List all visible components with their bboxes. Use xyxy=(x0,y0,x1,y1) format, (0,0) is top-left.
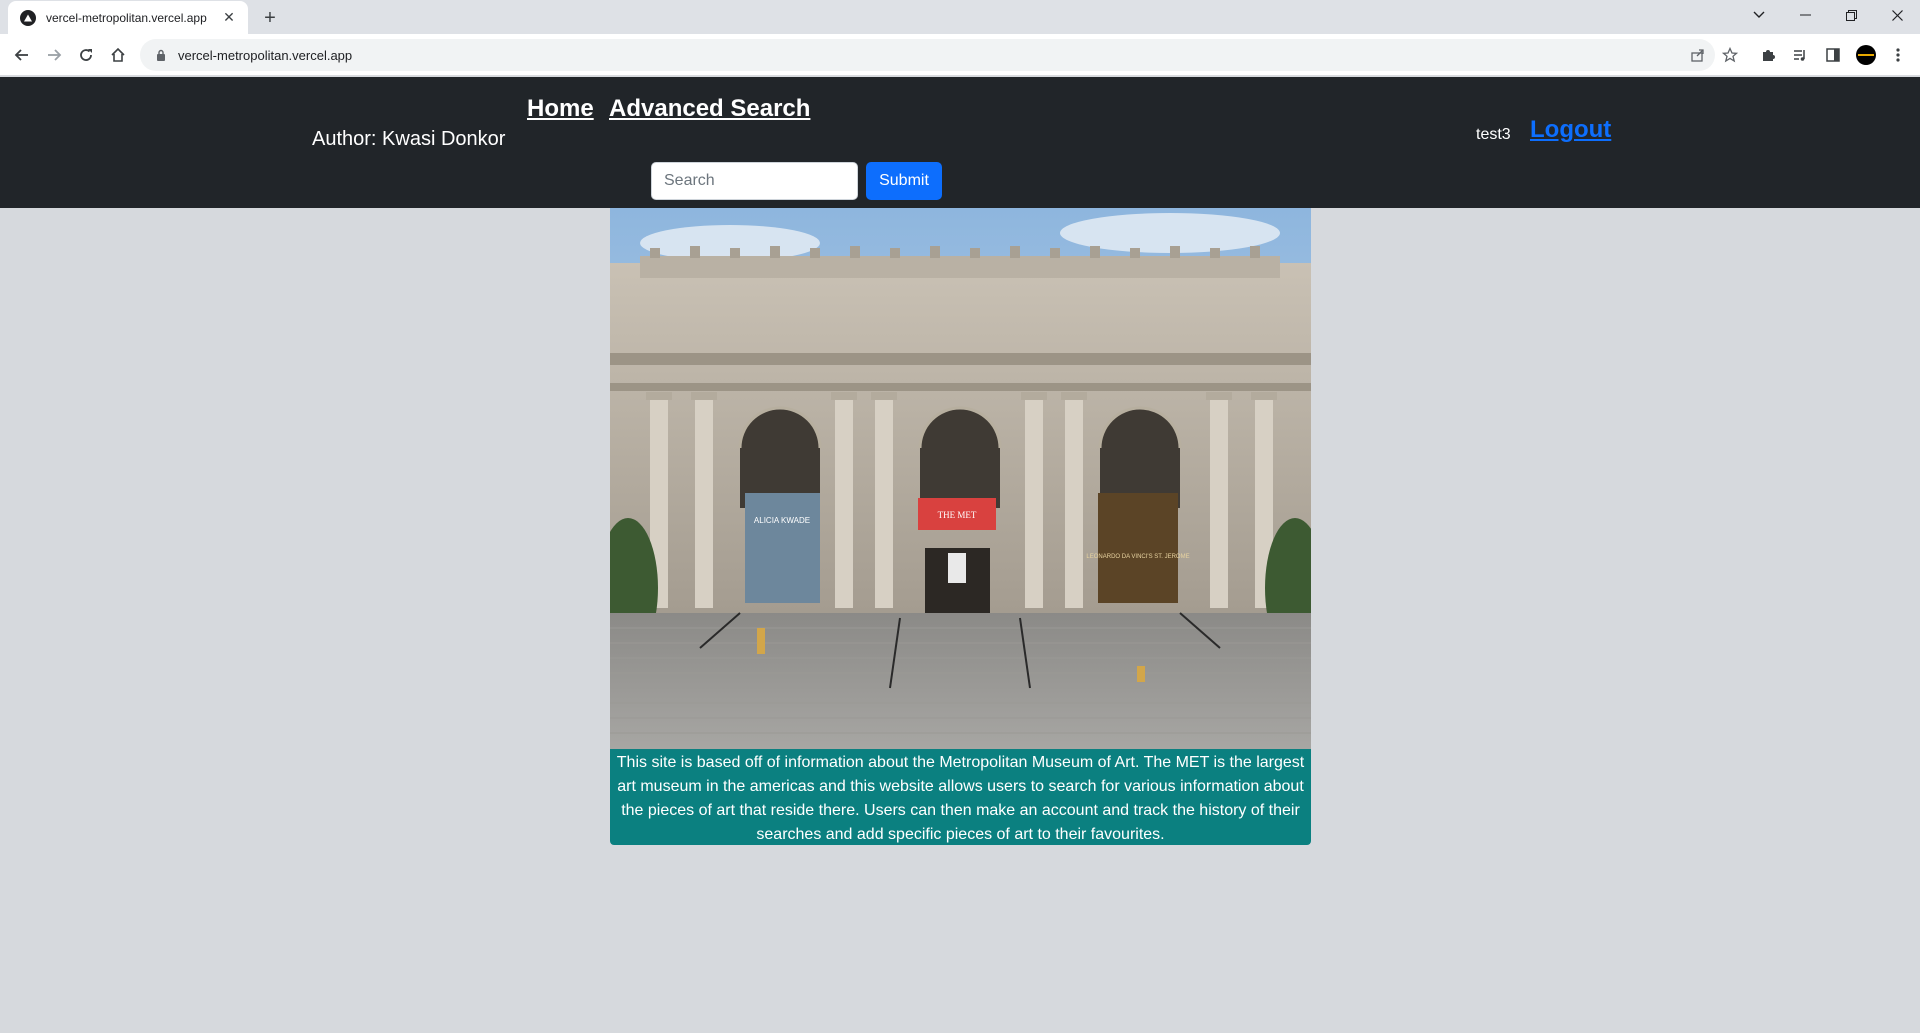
logout-link[interactable]: Logout xyxy=(1530,116,1611,144)
tab-search-chevron-icon[interactable] xyxy=(1736,0,1782,30)
profile-avatar-icon[interactable] xyxy=(1856,45,1876,65)
minimize-icon[interactable] xyxy=(1782,0,1828,30)
forward-arrow-icon[interactable] xyxy=(40,41,68,69)
site-description: This site is based off of information ab… xyxy=(610,749,1311,845)
advanced-search-link[interactable]: Advanced Search xyxy=(609,95,810,123)
media-queue-icon[interactable] xyxy=(1786,41,1814,69)
back-arrow-icon[interactable] xyxy=(8,41,36,69)
tab-title: vercel-metropolitan.vercel.app xyxy=(46,10,207,25)
new-tab-icon[interactable]: + xyxy=(258,6,282,30)
browser-toolbar: vercel-metropolitan.vercel.app xyxy=(0,34,1920,76)
site-navbar xyxy=(0,77,1920,208)
met-museum-facade-image: ALICIA KWADE THE MET LEONARDO DA VINCI'S… xyxy=(610,208,1311,749)
reload-icon[interactable] xyxy=(72,41,100,69)
banner-left-text: ALICIA KWADE xyxy=(754,516,810,525)
search-input[interactable] xyxy=(651,162,858,200)
browser-tabstrip: vercel-metropolitan.vercel.app ✕ + xyxy=(0,0,1920,34)
home-link[interactable]: Home xyxy=(527,95,594,123)
extensions-puzzle-icon[interactable] xyxy=(1754,41,1782,69)
home-icon[interactable] xyxy=(104,41,132,69)
close-tab-icon[interactable]: ✕ xyxy=(220,9,238,27)
url-text: vercel-metropolitan.vercel.app xyxy=(178,47,353,63)
side-panel-icon[interactable] xyxy=(1819,41,1847,69)
close-window-icon[interactable] xyxy=(1874,0,1920,30)
lock-icon xyxy=(154,48,168,62)
restore-icon[interactable] xyxy=(1828,0,1874,30)
submit-button[interactable]: Submit xyxy=(866,162,942,200)
bookmark-star-icon[interactable] xyxy=(1716,41,1744,69)
menu-kebab-icon[interactable] xyxy=(1884,41,1912,69)
address-bar[interactable]: vercel-metropolitan.vercel.app xyxy=(140,39,1715,71)
author-label: Author: Kwasi Donkor xyxy=(312,128,506,150)
banner-center-text: THE MET xyxy=(938,510,977,520)
vercel-favicon-icon xyxy=(20,9,36,26)
share-icon[interactable] xyxy=(1684,41,1712,69)
browser-tab[interactable]: vercel-metropolitan.vercel.app ✕ xyxy=(8,1,248,34)
username-label: test3 xyxy=(1476,126,1511,143)
banner-right-text: LEONARDO DA VINCI'S ST. JEROME xyxy=(1086,554,1189,560)
